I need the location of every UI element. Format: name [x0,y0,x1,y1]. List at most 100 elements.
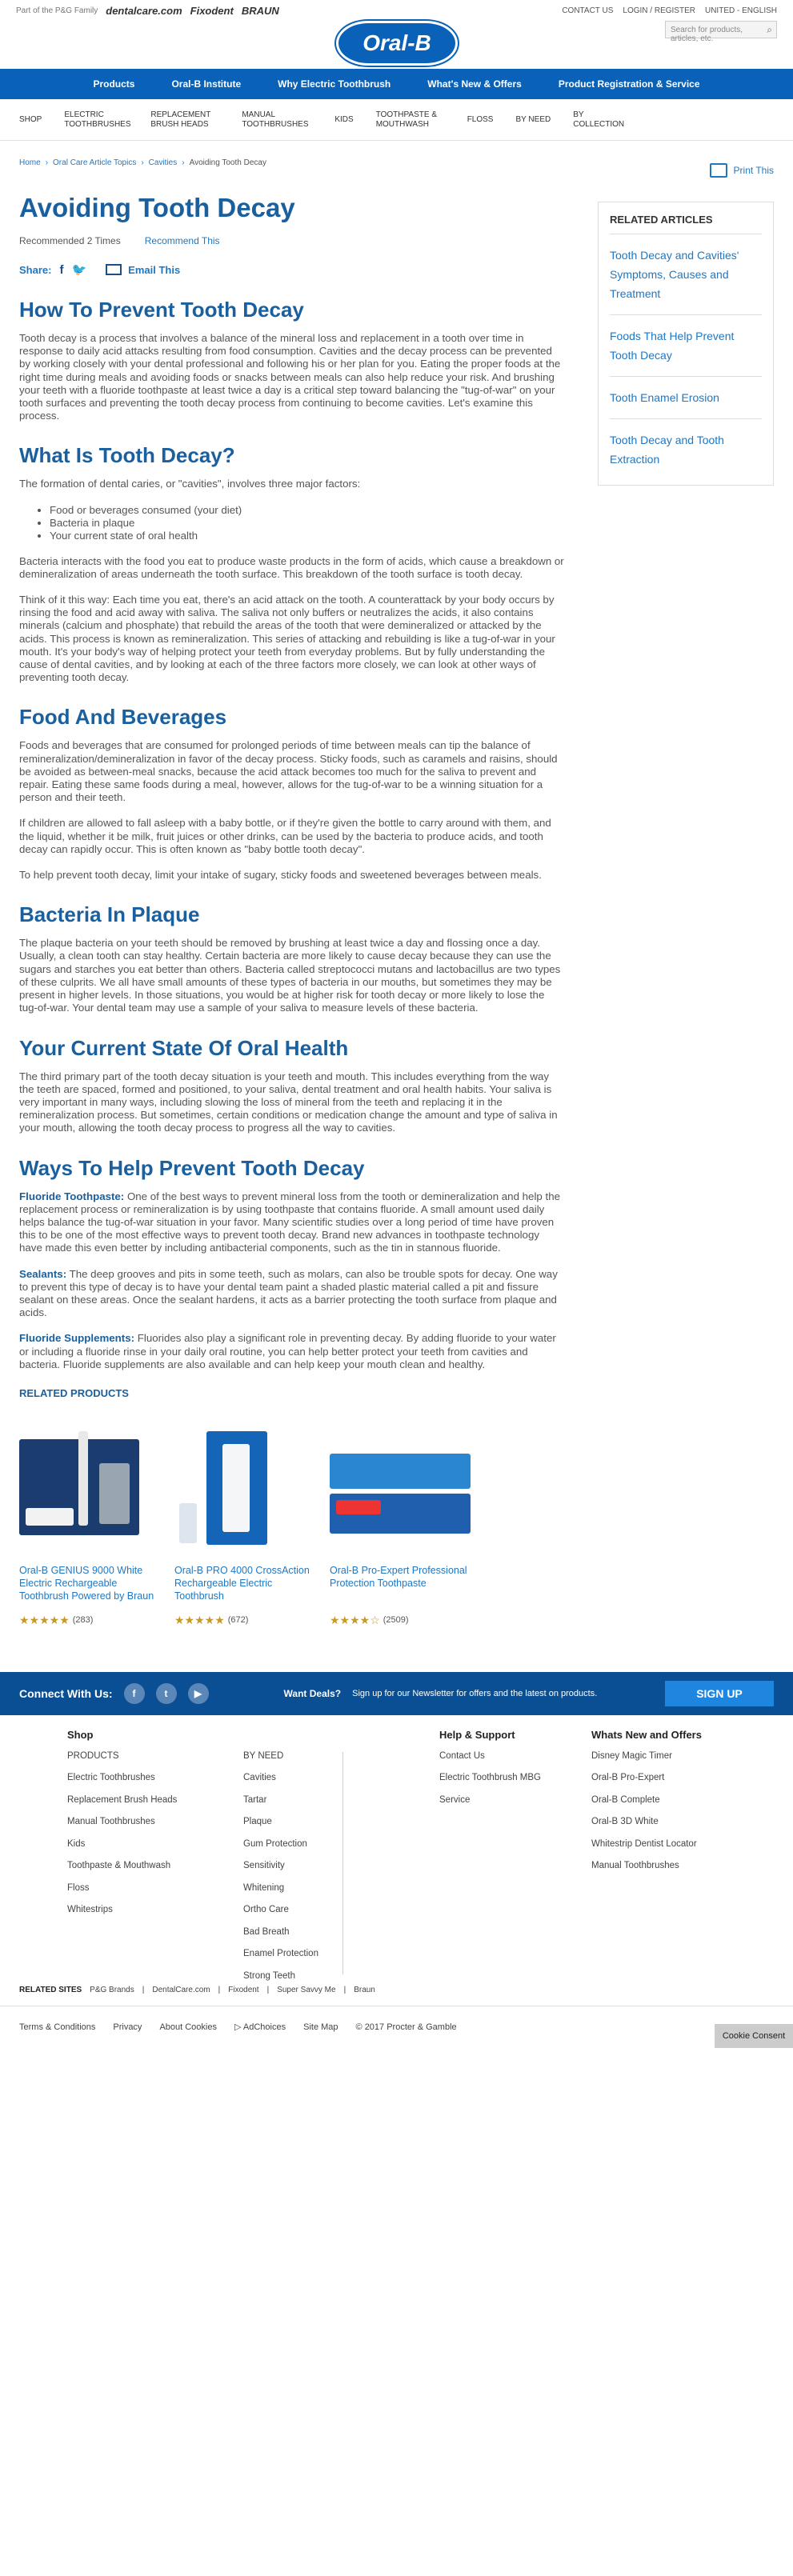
related-article-link[interactable]: Tooth Decay and Tooth Extraction [610,419,762,480]
nav-why-electric[interactable]: Why Electric Toothbrush [278,78,390,90]
sitemap-link[interactable]: Site Map [303,2022,338,2032]
footer-link[interactable]: Cavities [243,1767,342,1790]
search-input[interactable]: Search for products, articles, etc. ⌕ [665,21,777,43]
review-count[interactable]: (283) [73,1615,94,1625]
cookies-link[interactable]: About Cookies [159,2022,217,2032]
product-name[interactable]: Oral-B PRO 4000 CrossAction Rechargeable… [174,1564,318,1614]
breadcrumb-cavities[interactable]: Cavities [149,158,178,167]
footer-link[interactable]: Sensitivity [243,1855,342,1878]
footer-link[interactable]: Ortho Care [243,1899,342,1922]
related-article-link[interactable]: Tooth Enamel Erosion [610,377,762,419]
nav-institute[interactable]: Oral-B Institute [171,78,241,90]
footer-link[interactable]: Whitestrip Dentist Locator [591,1834,751,1856]
footer-link[interactable]: Contact Us [439,1746,591,1768]
footer-link[interactable]: Manual Toothbrushes [67,1811,243,1834]
footer-link[interactable]: Enamel Protection [243,1943,342,1966]
footer-link[interactable]: Whitestrips [67,1899,243,1922]
adchoices-label: AdChoices [242,2022,286,2033]
paragraph: Sealants: The deep grooves and pits in s… [19,1268,565,1320]
product-image-genius[interactable] [19,1430,163,1543]
footer-link[interactable]: Strong Teeth [243,1966,342,1988]
locale-link[interactable]: UNITED - ENGLISH [705,6,777,15]
terms-link[interactable]: Terms & Conditions [19,2022,95,2032]
footer-link[interactable]: Toothpaste & Mouthwash [67,1855,243,1878]
cookie-consent-button[interactable]: Cookie Consent [715,2023,793,2048]
related-site-link[interactable]: Braun [354,1986,375,1994]
product-card[interactable]: Oral-B GENIUS 9000 White Electric Rechar… [19,1430,163,1627]
product-image-toothpaste[interactable] [330,1431,474,1543]
subnav-brush-heads[interactable]: REPLACEMENT BRUSH HEADS [150,110,219,130]
search-icon[interactable]: ⌕ [767,24,772,36]
related-site-link[interactable]: Fixodent [228,1986,258,1994]
subnav-shop[interactable]: SHOP [19,115,42,125]
section-heading: Ways To Help Prevent Tooth Decay [19,1155,365,1180]
footer-link[interactable]: Manual Toothbrushes [591,1855,751,1878]
footer-link[interactable]: Whitening [243,1878,342,1900]
bottom-bar: Terms & Conditions Privacy About Cookies… [0,2006,793,2048]
subnav-toothpaste[interactable]: TOOTHPASTE & MOUTHWASH [376,110,445,130]
related-site-link[interactable]: DentalCare.com [152,1986,210,1994]
youtube-icon[interactable]: ▶ [187,1682,209,1704]
subnav-manual[interactable]: MANUAL TOOTHBRUSHES [242,110,312,130]
product-card[interactable]: Oral-B Pro-Expert Professional Protectio… [330,1431,474,1627]
recommend-link[interactable]: Recommend This [145,235,220,246]
twitter-icon[interactable]: 🐦 [71,262,86,277]
breadcrumb: Home › Oral Care Article Topics › Cavities… [0,150,793,174]
twitter-icon[interactable]: t [155,1682,177,1704]
subnav-floss[interactable]: FLOSS [467,115,494,125]
footer-link[interactable]: PRODUCTS [67,1746,243,1768]
review-count[interactable]: (2509) [383,1615,409,1625]
product-name[interactable]: Oral-B Pro-Expert Professional Protectio… [330,1564,474,1614]
sign-up-button[interactable]: SIGN UP [665,1680,774,1706]
subnav-by-need[interactable]: BY NEED [515,115,551,125]
brand-link-fixodent[interactable]: Fixodent [190,5,234,17]
facebook-icon[interactable]: f [123,1682,145,1704]
footer-shop-col1: Shop PRODUCTS Electric Toothbrushes Repl… [67,1728,243,1974]
facebook-icon[interactable]: f [59,263,63,277]
related-site-link[interactable]: P&G Brands [90,1986,134,1994]
nav-products[interactable]: Products [93,78,134,90]
brand-link-braun[interactable]: BRAUN [242,5,279,17]
email-this-button[interactable]: Email This [106,264,180,276]
brand-link-dentalcare[interactable]: dentalcare.com [106,5,182,17]
print-button[interactable]: Print This [709,163,774,178]
footer-link[interactable]: Oral-B Pro-Expert [591,1767,751,1790]
related-articles-title: RELATED ARTICLES [610,214,762,234]
star-rating: ★★★★★ [174,1613,225,1626]
product-name[interactable]: Oral-B GENIUS 9000 White Electric Rechar… [19,1564,163,1614]
related-article-link[interactable]: Tooth Decay and Cavities' Symptoms, Caus… [610,234,762,315]
footer-link[interactable]: Oral-B 3D White [591,1811,751,1834]
footer-link[interactable]: Plaque [243,1811,342,1834]
footer-link[interactable]: Disney Magic Timer [591,1746,751,1768]
footer-link[interactable]: Oral-B Complete [591,1790,751,1812]
adchoices-link[interactable]: ▷ AdChoices [234,2022,286,2032]
footer-link[interactable]: Kids [67,1834,243,1856]
related-site-link[interactable]: Super Savvy Me [277,1986,335,1994]
nav-registration[interactable]: Product Registration & Service [559,78,700,90]
login-link[interactable]: LOGIN / REGISTER [623,6,695,15]
footer-link[interactable]: Electric Toothbrushes [67,1767,243,1790]
footer-link[interactable]: Replacement Brush Heads [67,1790,243,1812]
subnav-electric[interactable]: ELECTRIC TOOTHBRUSHES [64,110,130,130]
footer-link[interactable]: Tartar [243,1790,342,1812]
breadcrumb-topics[interactable]: Oral Care Article Topics [53,158,136,167]
related-article-link[interactable]: Foods That Help Prevent Tooth Decay [610,315,762,377]
footer-link[interactable]: Gum Protection [243,1834,342,1856]
footer-link[interactable]: BY NEED [243,1746,342,1768]
breadcrumb-home[interactable]: Home [19,158,41,167]
footer-link[interactable]: Bad Breath [243,1922,342,1944]
product-image-pro4000[interactable] [174,1430,318,1545]
oral-b-logo[interactable]: Oral-B [336,21,458,66]
footer-link[interactable]: Floss [67,1878,243,1900]
subnav-kids[interactable]: KIDS [334,115,353,125]
subnav-by-collection[interactable]: BY COLLECTION [573,110,629,130]
contact-us-link[interactable]: CONTACT US [562,6,613,15]
list-item: Your current state of oral health [50,530,565,542]
recommended-count: Recommended 2 Times [19,235,121,246]
privacy-link[interactable]: Privacy [113,2022,142,2032]
nav-whats-new[interactable]: What's New & Offers [427,78,522,90]
footer-link[interactable]: Electric Toothbrush MBG [439,1767,591,1790]
product-card[interactable]: Oral-B PRO 4000 CrossAction Rechargeable… [174,1430,318,1627]
review-count[interactable]: (672) [228,1615,249,1625]
footer-link[interactable]: Service [439,1790,591,1812]
